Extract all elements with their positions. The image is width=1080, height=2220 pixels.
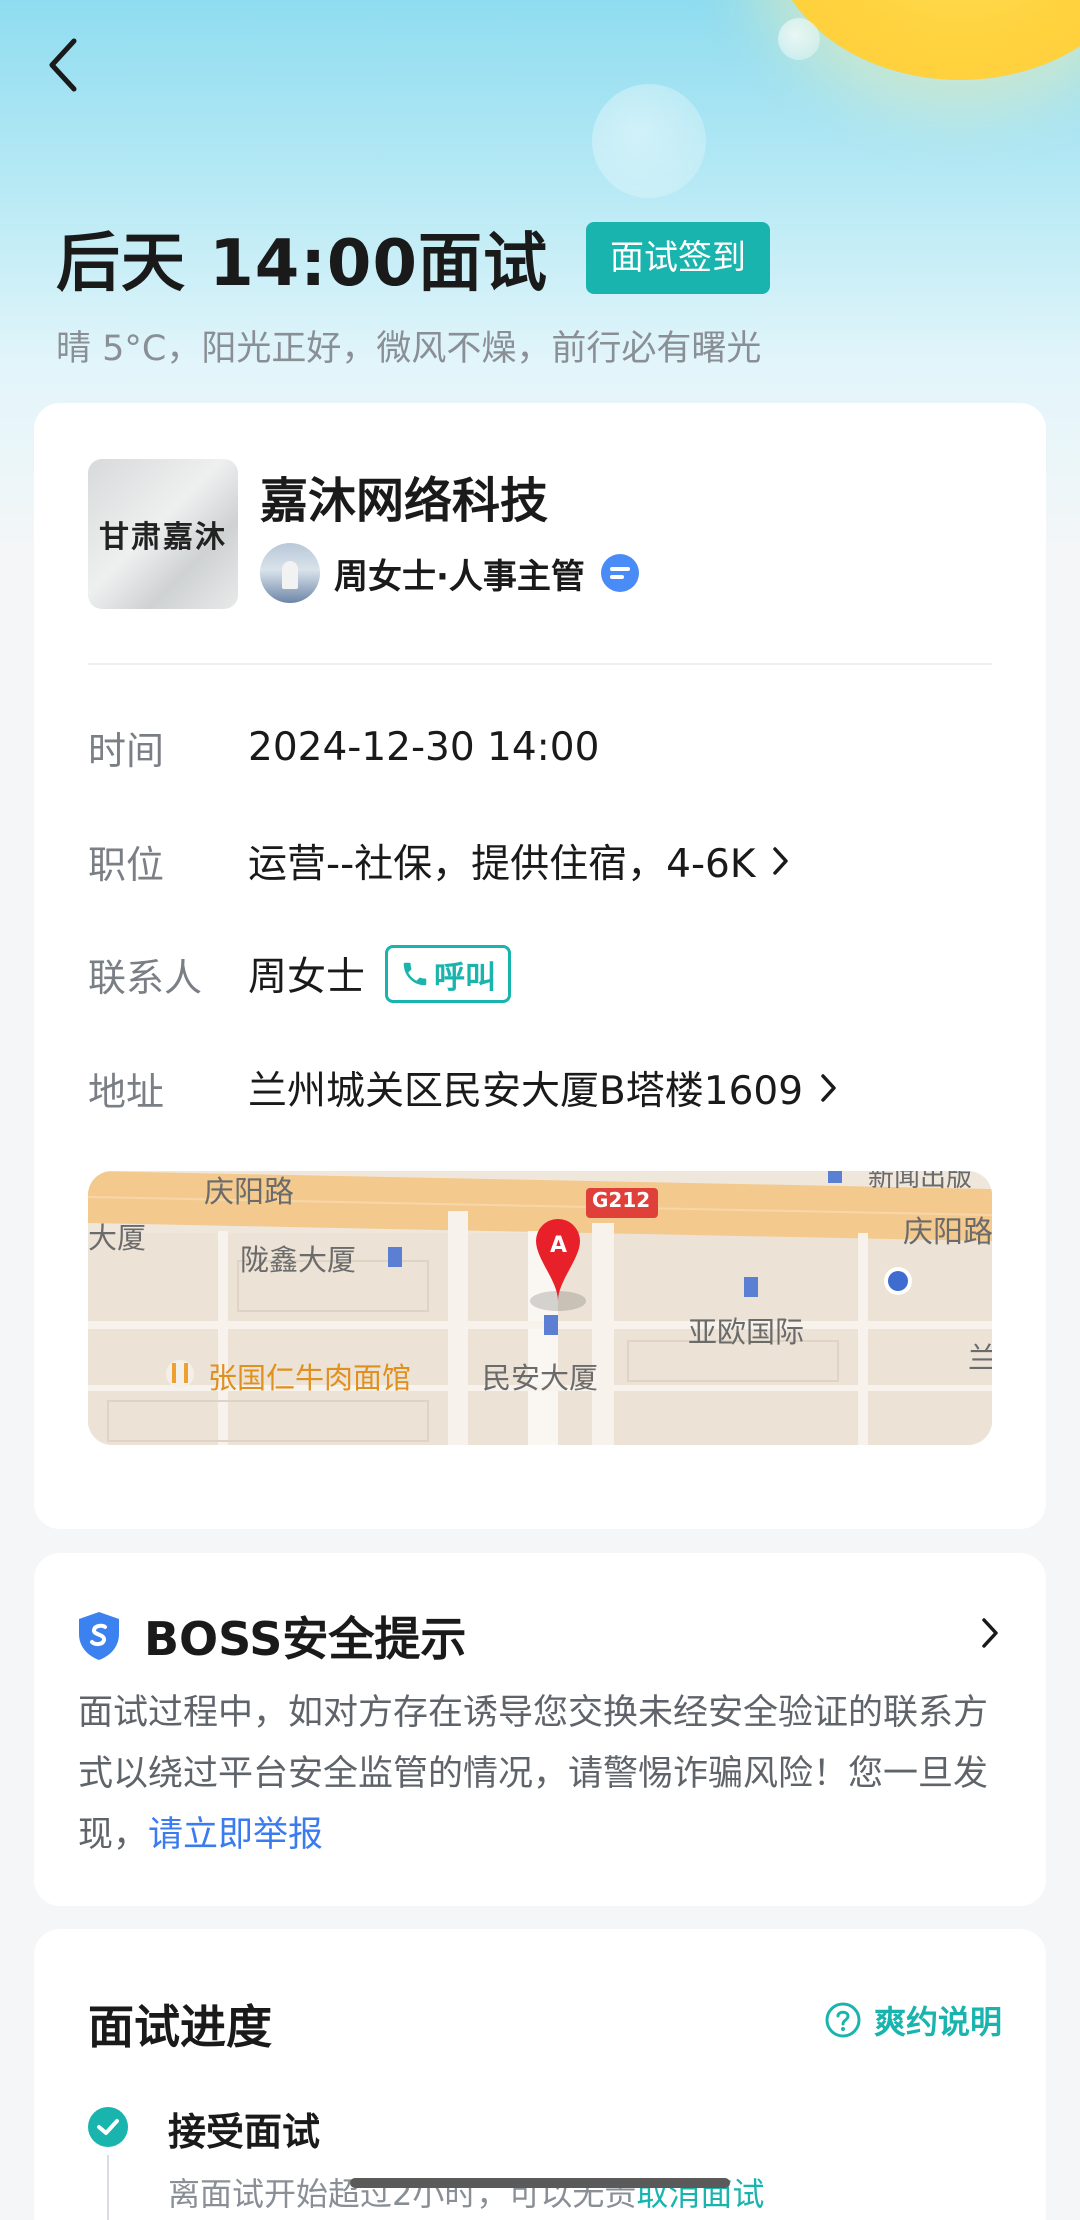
report-link[interactable]: 请立即举报 — [148, 1815, 323, 1855]
checkin-button[interactable]: 面试签到 — [586, 222, 770, 294]
back-button[interactable] — [34, 30, 94, 100]
contact-label: 联系人 — [88, 955, 203, 1000]
map-poi-label: 亚欧国际 — [688, 1315, 805, 1349]
chevron-right-icon — [980, 1617, 1000, 1653]
time-value: 2024-12-30 14:00 — [248, 724, 600, 770]
map-poi-label: 陇鑫大厦 — [240, 1243, 357, 1277]
safety-text: 面试过程中，如对方存在诱导您交换未经安全验证的联系方式以绕过平台安全监管的情况，… — [78, 1683, 1008, 1866]
chevron-left-icon — [49, 38, 77, 92]
position-row[interactable]: 职位 运营--社保，提供住宿，4-6K — [88, 831, 789, 891]
map-poi-label: 兰 — [968, 1341, 992, 1375]
safety-header: BOSS安全提示 — [76, 1603, 466, 1669]
header-row: 后天 14:00面试 面试签到 — [56, 212, 770, 304]
weather-text: 晴 5°C，阳光正好，微风不燥，前行必有曙光 — [56, 329, 762, 369]
position-label: 职位 — [88, 842, 165, 887]
map-road-label: 庆阳路 — [903, 1215, 992, 1250]
safety-title: BOSS安全提示 — [144, 1612, 467, 1666]
safety-card[interactable]: BOSS安全提示 面试过程中，如对方存在诱导您交换未经安全验证的联系方式以绕过平… — [34, 1553, 1046, 1906]
no-show-rules-link[interactable]: 爽约说明 — [824, 1997, 1002, 2043]
chat-lines-icon — [609, 567, 630, 579]
contact-value: 周女士 — [248, 955, 366, 1000]
chat-icon[interactable] — [600, 554, 639, 592]
time-row: 时间 2024-12-30 14:00 — [88, 717, 599, 777]
location-map[interactable]: 庆阳路 庆阳路 G212 陇鑫大厦 亚欧国际 张国仁牛肉面馆 民安大厦 大厦 兰… — [88, 1171, 992, 1445]
map-background — [88, 1171, 992, 1445]
no-show-rules-label: 爽约说明 — [873, 2003, 1002, 2041]
hr-name: 周女士·人事主管 — [334, 556, 585, 597]
map-poi-label: 大厦 — [88, 1221, 147, 1255]
contact-row: 联系人 周女士 呼叫 — [88, 944, 512, 1004]
check-icon — [88, 2107, 128, 2147]
divider — [88, 663, 992, 665]
interview-card: 甘肃嘉沐 嘉沐网络科技 周女士·人事主管 时间 2024-12-30 14:00… — [34, 403, 1046, 1529]
help-icon — [825, 2002, 861, 2038]
progress-title: 面试进度 — [88, 2000, 272, 2054]
company-name[interactable]: 嘉沐网络科技 — [260, 461, 548, 531]
shield-icon — [79, 1612, 119, 1660]
home-indicator[interactable] — [350, 2178, 730, 2188]
map-poi-label: 张国仁牛肉面馆 — [208, 1361, 412, 1395]
progress-card: 面试进度 爽约说明 接受面试 离面试开始超过2小时，可以无责取消面试 — [34, 1929, 1046, 2220]
address-row[interactable]: 地址 兰州城关区民安大厦B塔楼1609 — [88, 1058, 837, 1118]
chevron-right-icon — [819, 1073, 837, 1103]
call-button[interactable]: 呼叫 — [385, 945, 512, 1003]
position-value: 运营--社保，提供住宿，4-6K — [248, 842, 756, 887]
map-marker: A — [550, 1233, 568, 1258]
avatar — [260, 543, 320, 603]
company-logo-text: 甘肃嘉沐 — [99, 520, 227, 555]
map-road-label: 庆阳路 — [204, 1175, 294, 1210]
company-logo[interactable]: 甘肃嘉沐 — [88, 459, 238, 609]
call-label: 呼叫 — [434, 959, 497, 996]
step-connector — [107, 2155, 109, 2220]
step-description: 离面试开始超过2小时，可以无责取消面试 — [168, 2169, 764, 2215]
bubble-decoration — [778, 18, 820, 60]
hr-row[interactable]: 周女士·人事主管 — [260, 543, 639, 603]
address-value: 兰州城关区民安大厦B塔楼1609 — [248, 1069, 804, 1114]
map-poi-label: 民安大厦 — [482, 1361, 599, 1395]
map-poi-label: 新闻出版 — [868, 1171, 973, 1193]
chevron-right-icon — [771, 846, 789, 876]
address-label: 地址 — [88, 1069, 165, 1114]
bubble-decoration — [592, 84, 706, 198]
map-highway-label: G212 — [592, 1188, 651, 1212]
time-label: 时间 — [88, 728, 165, 773]
step-title: 接受面试 — [168, 2110, 321, 2154]
page-title: 后天 14:00面试 — [56, 227, 548, 301]
phone-icon — [403, 962, 427, 986]
